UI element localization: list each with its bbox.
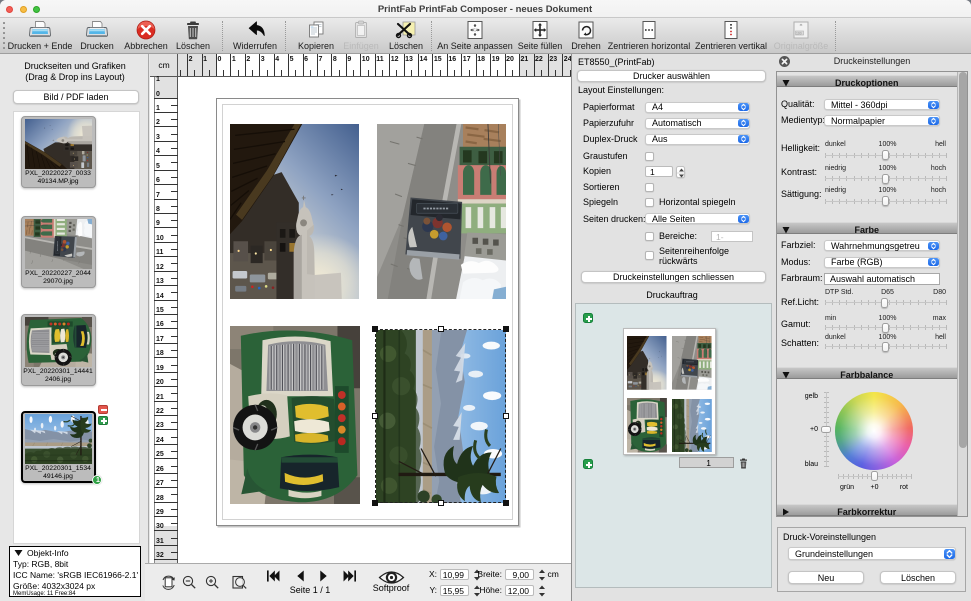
svg-text:100: 100 (796, 31, 802, 35)
